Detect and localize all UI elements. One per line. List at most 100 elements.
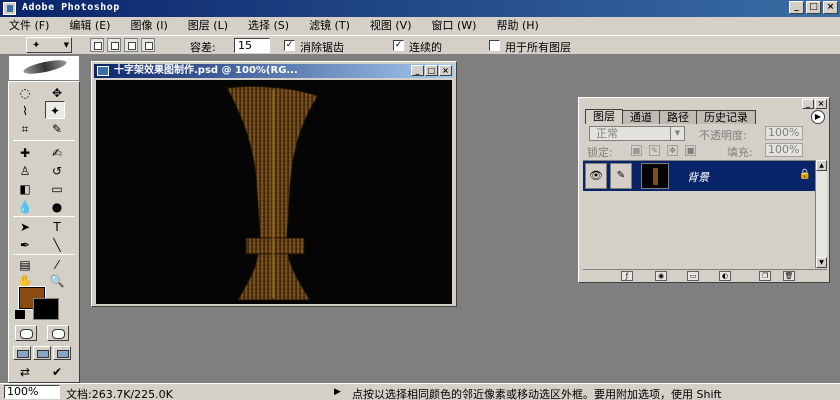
blur-tool-icon[interactable]: 💧 xyxy=(15,198,35,216)
tool-hint-text: 点按以选择相同颜色的邻近像素或移动选区外框。要用附加选项，使用 Shift xyxy=(352,388,722,400)
pen-tool-icon[interactable]: ✒ xyxy=(15,236,35,254)
tolerance-input[interactable]: 15 xyxy=(234,38,270,53)
clone-stamp-icon[interactable]: ♙ xyxy=(15,162,35,180)
new-group-icon[interactable]: ▭ xyxy=(687,271,699,281)
panel-close-button[interactable]: × xyxy=(815,99,827,109)
options-bar: ✦ ▼ 容差: 15 ✓ 消除锯齿 ✓ 连续的 用于所有图层 xyxy=(0,35,840,55)
tab-history[interactable]: 历史记录 xyxy=(696,110,756,124)
panel-menu-icon[interactable]: ▶ xyxy=(811,110,825,124)
trash-icon[interactable]: 🗑 xyxy=(783,271,795,281)
layer-mask-icon[interactable]: ◉ xyxy=(655,271,667,281)
photoshop-icon[interactable] xyxy=(3,2,16,15)
document-title-bar[interactable]: 十字架效果图制作.psd @ 100%(RG... xyxy=(94,64,454,78)
menu-select[interactable]: 选择 (S) xyxy=(239,17,300,35)
adjustment-layer-icon[interactable]: ◐ xyxy=(719,271,731,281)
opacity-input[interactable]: 100% xyxy=(765,126,803,140)
magic-wand-icon: ✦ xyxy=(32,40,41,51)
tool-preset-picker[interactable]: ✦ ▼ xyxy=(26,37,72,53)
healing-brush-icon[interactable]: ✚ xyxy=(15,144,35,162)
lock-position-icon[interactable]: ✥ xyxy=(667,145,678,156)
magic-wand-tool-icon[interactable]: ✦ xyxy=(45,101,65,119)
zoom-level-input[interactable]: 100% xyxy=(4,385,60,399)
blend-mode-select[interactable]: 正常 ▼ xyxy=(589,126,685,141)
layer-style-icon[interactable]: ƒ xyxy=(621,271,633,281)
tab-layers[interactable]: 图层 xyxy=(585,109,623,124)
scroll-down-icon[interactable]: ▼ xyxy=(816,257,827,268)
doc-minimize-button[interactable]: _ xyxy=(411,65,424,76)
lock-all-icon[interactable]: ■ xyxy=(685,145,696,156)
document-canvas[interactable] xyxy=(96,80,452,304)
menu-view[interactable]: 视图 (V) xyxy=(361,17,423,35)
intersect-selection-button[interactable] xyxy=(141,38,155,52)
lasso-tool-icon[interactable]: ⌇ xyxy=(15,102,35,120)
imageready-icon[interactable]: ✔ xyxy=(47,363,67,381)
menu-image[interactable]: 图像 (I) xyxy=(121,17,178,35)
blend-mode-value: 正常 xyxy=(596,127,618,140)
jump-to-imageready-icon[interactable]: ⇄ xyxy=(15,363,35,381)
standard-screen-mode-button[interactable] xyxy=(13,346,31,360)
menu-help[interactable]: 帮助 (H) xyxy=(487,17,549,35)
brushes-palette-well[interactable] xyxy=(8,55,80,81)
layers-scrollbar[interactable]: ▲ ▼ xyxy=(815,160,827,268)
document-window: 十字架效果图制作.psd @ 100%(RG... _ □ × xyxy=(91,61,457,307)
background-color-swatch[interactable] xyxy=(33,298,59,320)
menu-layer[interactable]: 图层 (L) xyxy=(179,17,239,35)
eraser-tool-icon[interactable]: ◧ xyxy=(15,180,35,198)
all-layers-checkbox[interactable] xyxy=(489,40,500,51)
gradient-tool-icon[interactable]: ▭ xyxy=(47,180,67,198)
new-layer-icon[interactable]: ❐ xyxy=(759,271,771,281)
layer-thumbnail xyxy=(641,163,669,189)
lock-image-icon[interactable]: ✎ xyxy=(649,145,660,156)
close-button[interactable]: × xyxy=(823,1,838,14)
type-tool-icon[interactable]: T xyxy=(47,218,67,236)
menu-bar: 文件 (F) 编辑 (E) 图像 (I) 图层 (L) 选择 (S) 滤镜 (T… xyxy=(0,17,840,35)
tab-paths[interactable]: 路径 xyxy=(659,110,697,124)
standard-mode-button[interactable] xyxy=(15,325,37,341)
move-tool-icon[interactable]: ✥ xyxy=(47,84,67,102)
path-selection-icon[interactable]: ➤ xyxy=(15,218,35,236)
history-brush-icon[interactable]: ↺ xyxy=(47,162,67,180)
menu-filter[interactable]: 滤镜 (T) xyxy=(300,17,361,35)
dodge-tool-icon[interactable]: ● xyxy=(47,198,67,216)
brush-link-icon[interactable]: ✎ xyxy=(610,163,632,189)
antialias-checkbox[interactable]: ✓ xyxy=(284,40,295,51)
document-title: 十字架效果图制作.psd @ 100%(RG... xyxy=(114,65,298,76)
maximize-button[interactable]: □ xyxy=(806,1,821,14)
app-title-bar: Adobe Photoshop _ □ × xyxy=(0,0,840,17)
menu-window[interactable]: 窗口 (W) xyxy=(422,17,487,35)
subtract-selection-button[interactable] xyxy=(124,38,138,52)
toolbox: ◌ ✥ ⌇ ✦ ⌗ ✎ ✚ ✍ ♙ ↺ ◧ ▭ 💧 ● ➤ T ✒ ╲ ▤ ⁄ … xyxy=(8,81,80,383)
quick-mask-mode-button[interactable] xyxy=(47,325,69,341)
lock-icon: 🔒 xyxy=(798,169,811,180)
marquee-tool-icon[interactable]: ◌ xyxy=(15,84,35,102)
tab-channels[interactable]: 通道 xyxy=(622,110,660,124)
status-bar: 100% 文档:263.7K/225.0K ▶ 点按以选择相同颜色的邻近像素或移… xyxy=(0,383,840,400)
full-screen-mode-button[interactable] xyxy=(53,346,71,360)
crop-tool-icon[interactable]: ⌗ xyxy=(15,120,35,138)
lock-transparency-icon[interactable]: ▦ xyxy=(631,145,642,156)
document-size-info: 文档:263.7K/225.0K xyxy=(66,388,173,400)
eye-icon[interactable]: 👁 xyxy=(585,163,607,189)
default-colors-icon[interactable] xyxy=(15,310,25,319)
toolbox-divider xyxy=(13,216,75,217)
line-tool-icon[interactable]: ╲ xyxy=(47,236,67,254)
brush-tool-icon[interactable]: ✍ xyxy=(47,144,67,162)
contiguous-checkbox[interactable]: ✓ xyxy=(393,40,404,51)
minimize-button[interactable]: _ xyxy=(789,1,804,14)
slice-tool-icon[interactable]: ✎ xyxy=(47,120,67,138)
layers-list: 👁 ✎ 背景 🔒 xyxy=(583,160,815,268)
new-selection-button[interactable] xyxy=(90,38,104,52)
doc-close-button[interactable]: × xyxy=(439,65,452,76)
zoom-tool-icon[interactable]: 🔍 xyxy=(47,272,67,290)
add-to-selection-button[interactable] xyxy=(107,38,121,52)
menu-file[interactable]: 文件 (F) xyxy=(0,17,60,35)
fill-input[interactable]: 100% xyxy=(765,143,803,157)
panel-minimize-button[interactable]: _ xyxy=(802,99,814,109)
menu-edit[interactable]: 编辑 (E) xyxy=(60,17,121,35)
scroll-up-icon[interactable]: ▲ xyxy=(816,160,827,171)
doc-maximize-button[interactable]: □ xyxy=(425,65,438,76)
layer-row-background[interactable]: 👁 ✎ 背景 🔒 xyxy=(583,161,815,191)
full-screen-menu-mode-button[interactable] xyxy=(33,346,51,360)
status-menu-arrow-icon[interactable]: ▶ xyxy=(334,387,341,397)
chevron-down-icon: ▼ xyxy=(63,41,69,49)
